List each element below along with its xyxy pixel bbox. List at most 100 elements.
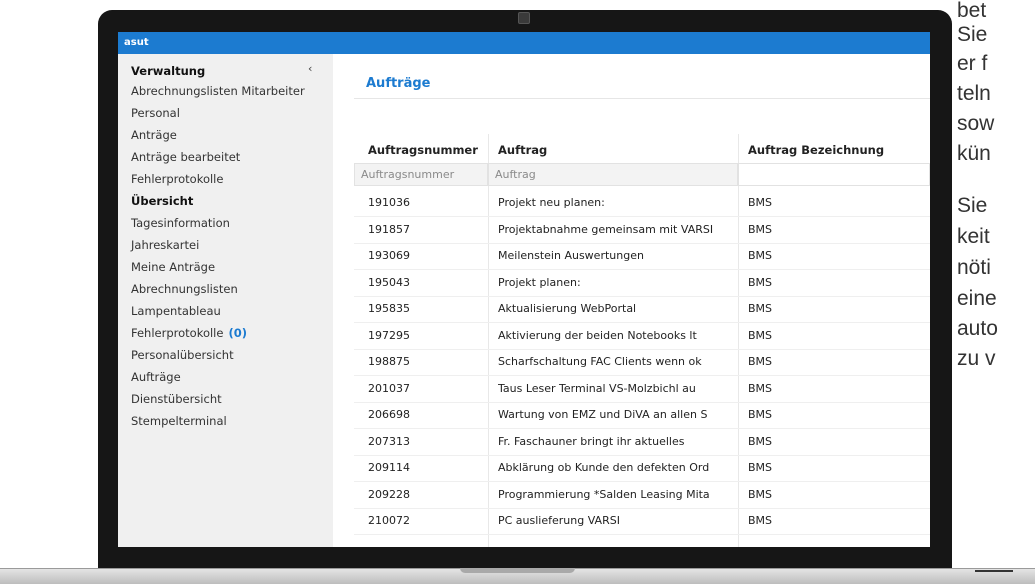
filter-row: Auftragsnummer Auftrag (354, 163, 930, 186)
sidebar-item[interactable]: Personal (131, 106, 180, 120)
table-row[interactable]: 201037 Taus Leser Terminal VS-Molzbichl a… (354, 376, 930, 403)
table-row[interactable]: 195043 Projekt planen: BMS (354, 270, 930, 297)
main-panel: Aufträge Auftragsnummer Auftrag Auftrag … (333, 54, 930, 547)
sidebar-item-label: Anträge bearbeitet (131, 150, 241, 164)
sidebar-item-label: Personalübersicht (131, 348, 234, 362)
auftrag-filter-input[interactable]: Auftrag (488, 163, 738, 186)
cell-bezeichnung: BMS (748, 408, 773, 421)
sidebar-item[interactable]: Lampentableau (131, 304, 221, 318)
table-row[interactable]: 191036 Projekt neu planen: BMS (354, 190, 930, 217)
cell-bezeichnung: BMS (748, 434, 773, 448)
cell-auftragsnummer: 201037 (368, 381, 410, 395)
app-window: asut ‹ Verwaltung Abrechnungslisten Mitar… (118, 32, 930, 547)
table-row[interactable]: 197295 Aktivierung der beiden Notebooks l… (354, 323, 930, 350)
laptop-notch (460, 568, 575, 573)
title-divider (354, 98, 930, 99)
cell-auftrag: Taus Leser Terminal VS-Molzbichl au (498, 381, 696, 395)
cell-auftragsnummer: 197295 (368, 328, 410, 342)
cell-bezeichnung: BMS (748, 514, 773, 527)
collapse-sidebar-icon[interactable]: ‹ (308, 62, 312, 75)
sidebar-item[interactable]: Fehlerprotokolle (131, 172, 223, 186)
sidebar-item-label: Aufträge (131, 370, 181, 384)
cell-auftrag: Abklärung ob Kunde den defekten Ord (498, 461, 710, 474)
auftragsnummer-filter-input[interactable]: Auftragsnummer (354, 163, 488, 186)
sidebar-item[interactable]: Stempelterminal (131, 414, 227, 428)
sidebar-item-label: Abrechnungslisten (131, 282, 238, 296)
table-row[interactable]: 209114 Abklärung ob Kunde den defekten Or… (354, 455, 930, 482)
side-text-line: er f (957, 52, 988, 75)
sidebar-item[interactable]: Tagesinformation (131, 216, 230, 230)
cell-auftragsnummer: 191036 (368, 196, 410, 209)
column-header-auftrag-bezeichnung[interactable]: Auftrag Bezeichnung (748, 143, 884, 157)
sidebar-item[interactable]: Meine Anträge (131, 260, 215, 274)
side-text-line: teln (957, 82, 991, 105)
sidebar-section-header[interactable]: Verwaltung (131, 64, 205, 78)
app-title: asut (124, 37, 149, 48)
side-text-line: zu v (957, 347, 996, 370)
bezeichnung-filter-input[interactable] (738, 163, 930, 186)
cell-auftragsnummer: 207313 (368, 434, 410, 448)
sidebar-item[interactable]: Abrechnungslisten Mitarbeiter (131, 84, 305, 98)
column-header-auftragsnummer[interactable]: Auftragsnummer (368, 143, 478, 157)
cell-bezeichnung: BMS (748, 328, 773, 342)
webcam-icon (518, 12, 530, 24)
app-title-bar: asut (118, 32, 930, 54)
sidebar-section-header[interactable]: Übersicht (131, 194, 193, 208)
table-row[interactable]: 195835 Aktualisierung WebPortal BMS (354, 296, 930, 323)
sidebar-item-label: Jahreskartei (131, 238, 200, 252)
cell-bezeichnung: BMS (748, 355, 773, 368)
sidebar-item[interactable]: Fehlerprotokolle (0) (131, 326, 247, 340)
side-text-line: kün (957, 142, 991, 165)
sidebar-item-label: Verwaltung (131, 64, 206, 78)
side-text-line: sow (957, 112, 995, 135)
sidebar-item-label: Abrechnungslisten Mitarbeiter (131, 84, 305, 98)
cell-auftrag: Scharfschaltung FAC Clients wenn ok (498, 355, 702, 368)
side-text-line: eine (957, 287, 997, 310)
error-count-badge: (0) (228, 326, 247, 340)
cell-auftragsnummer: 193069 (368, 249, 410, 262)
sidebar-item[interactable]: Abrechnungslisten (131, 282, 238, 296)
cell-bezeichnung: BMS (748, 275, 773, 289)
cell-auftrag: Aktivierung der beiden Notebooks lt (498, 328, 697, 342)
sidebar-item-label: Personal (131, 106, 180, 120)
table-row[interactable]: 198875 Scharfschaltung FAC Clients wenn o… (354, 349, 930, 376)
sidebar-item[interactable]: Jahreskartei (131, 238, 199, 252)
cell-bezeichnung: BMS (748, 222, 773, 236)
cell-bezeichnung: BMS (748, 196, 773, 209)
table-row[interactable]: 207313 Fr. Faschauner bringt ihr aktuelle… (354, 429, 930, 456)
cell-bezeichnung: BMS (748, 381, 773, 395)
cell-auftrag: PC auslieferung VARSI (498, 514, 620, 527)
table-row[interactable]: 193069 Meilenstein Auswertungen BMS (354, 243, 930, 270)
sidebar-item-label: Fehlerprotokolle (131, 172, 224, 186)
column-header-auftrag[interactable]: Auftrag (498, 143, 547, 157)
table-row[interactable]: 191857 Projektabnahme gemeinsam mit VARSI… (354, 217, 930, 244)
cell-auftragsnummer: 209228 (368, 487, 410, 501)
sidebar-item-label: Lampentableau (131, 304, 221, 318)
sidebar-item[interactable]: Anträge (131, 128, 177, 142)
cell-auftrag: Projekt planen: (498, 275, 581, 289)
table-row[interactable]: 210072 PC auslieferung VARSI BMS (354, 508, 930, 535)
side-text-line: auto (957, 317, 998, 340)
sidebar-item[interactable]: Anträge bearbeitet (131, 150, 240, 164)
cell-auftragsnummer: 206698 (368, 408, 410, 421)
cell-bezeichnung: BMS (748, 461, 773, 474)
sidebar-item-label: Anträge (131, 128, 177, 142)
sidebar-item[interactable]: Personalübersicht (131, 348, 234, 362)
sidebar-item[interactable]: Dienstübersicht (131, 392, 222, 406)
sidebar-item[interactable]: Aufträge (131, 370, 181, 384)
side-text-line: Sie (957, 194, 988, 217)
side-text-line: nöti (957, 256, 991, 279)
cell-auftrag: Projektabnahme gemeinsam mit VARSI (498, 222, 714, 236)
cell-auftragsnummer: 198875 (368, 355, 410, 368)
cell-bezeichnung: BMS (748, 487, 773, 501)
cell-auftrag: Aktualisierung WebPortal (498, 302, 637, 315)
sidebar-item-label: Fehlerprotokolle (131, 326, 224, 340)
side-text-line: keit (957, 225, 990, 248)
cell-auftrag: Programmierung *Salden Leasing Mita (498, 487, 710, 501)
side-text-line: bet (957, 0, 987, 22)
sidebar-item-label: Übersicht (131, 194, 194, 208)
sidebar-item-label: Meine Anträge (131, 260, 216, 274)
cell-auftragsnummer: 195835 (368, 302, 410, 315)
table-row[interactable]: 209228 Programmierung *Salden Leasing Mit… (354, 482, 930, 509)
table-row[interactable]: 206698 Wartung von EMZ und DiVA an allen … (354, 402, 930, 429)
